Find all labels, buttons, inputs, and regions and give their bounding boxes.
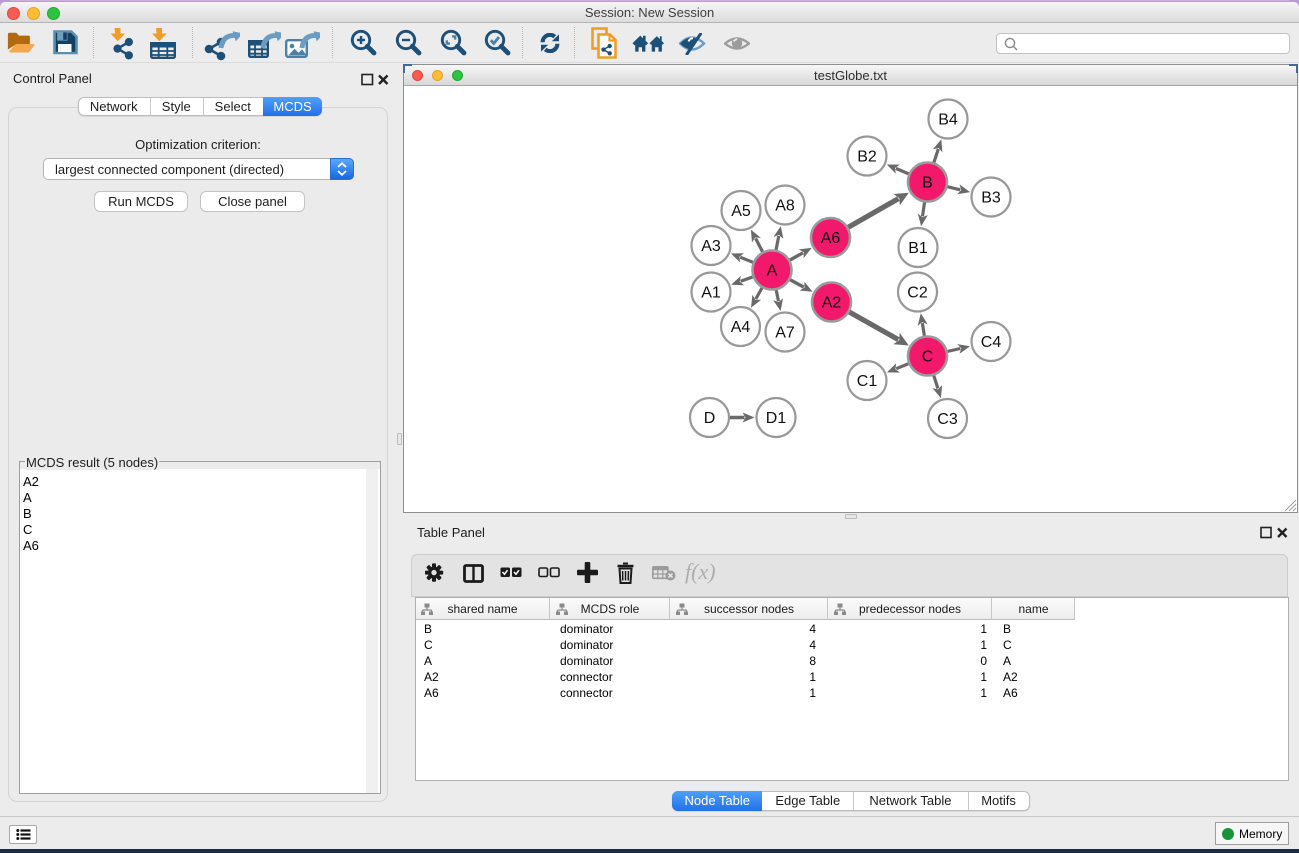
svg-text:C1: C1 — [857, 373, 878, 390]
svg-text:A1: A1 — [701, 285, 721, 302]
svg-text:D: D — [704, 410, 716, 427]
svg-text:A: A — [767, 263, 778, 280]
svg-text:C2: C2 — [907, 285, 928, 302]
svg-text:C: C — [922, 349, 934, 366]
svg-text:A7: A7 — [775, 325, 795, 342]
svg-text:B4: B4 — [938, 112, 958, 129]
svg-text:A8: A8 — [775, 198, 795, 215]
svg-text:A3: A3 — [701, 238, 721, 255]
svg-text:A4: A4 — [731, 319, 751, 336]
svg-text:B1: B1 — [908, 240, 928, 257]
svg-text:B2: B2 — [857, 149, 877, 166]
svg-text:A6: A6 — [821, 230, 841, 247]
svg-text:C4: C4 — [981, 334, 1002, 351]
svg-text:B: B — [922, 175, 933, 192]
svg-text:B3: B3 — [981, 190, 1001, 207]
svg-text:C3: C3 — [937, 411, 958, 428]
svg-text:A5: A5 — [731, 203, 751, 220]
svg-text:D1: D1 — [766, 410, 787, 427]
svg-text:A2: A2 — [822, 295, 842, 312]
